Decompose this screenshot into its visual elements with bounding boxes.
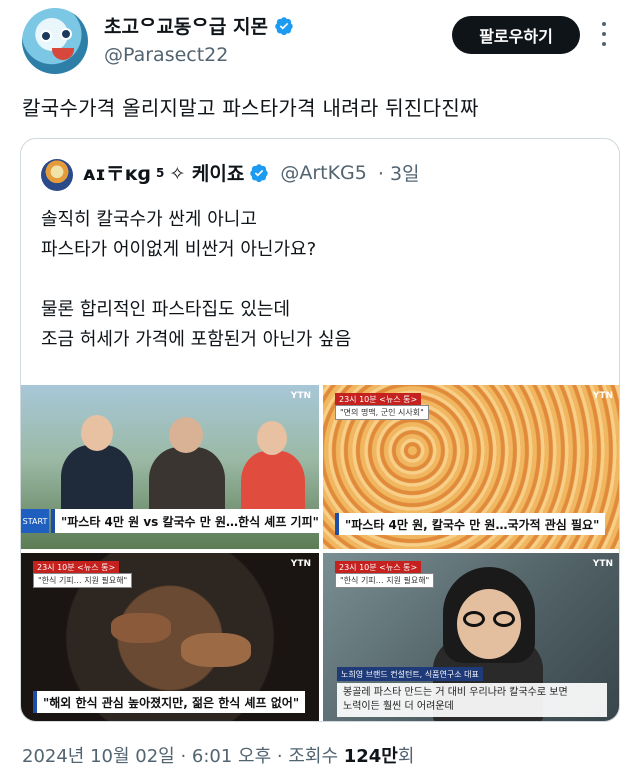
quoted-name-suffix: ✧ 케이죠 [169,163,245,185]
subtitle-line: 노력이든 훨씬 더 어려운데 [343,701,454,712]
quoted-name-superscript: 5 [156,165,165,180]
media-grid: YTN START "파스타 4만 원 vs 칼국수 만 원…한식 셰프 기피"… [21,385,619,721]
follow-button[interactable]: 팔로우하기 [452,16,580,54]
quoted-verified-badge-icon [250,163,269,182]
ytn-watermark: YTN [592,559,613,569]
quoted-line: 물론 합리적인 파스타집도 있는데 [41,299,291,320]
name-strip: 노희영 브랜드 컨설턴트, 식품연구소 대표 [337,667,483,681]
news-image-interview[interactable]: YTN 23시 10분 <뉴스 통> "한식 기피… 지원 필요해" 노희영 브… [323,553,619,721]
tweet-timestamp[interactable]: 2024년 10월 02일 · 6:01 오후 · 조회수 [22,746,344,767]
tweet-meta: 2024년 10월 02일 · 6:01 오후 · 조회수 124만회 [22,742,414,768]
ytn-watermark: YTN [290,391,311,401]
quoted-line: 조금 허세가 가격에 포함된거 아닌가 싶음 [41,329,352,350]
quoted-tweet-text: 솔직히 칼국수가 싼게 아니고 파스타가 어이없게 비싼거 아닌가요? 물론 합… [41,205,351,355]
news-caption: "파스타 4만 원, 칼국수 만 원…국가적 관심 필요" [335,513,606,535]
news-image-noodles[interactable]: YTN 23시 10분 <뉴스 통> "면의 명맥, 군인 시사회" "파스타 … [323,385,619,549]
more-options-icon[interactable] [600,22,608,46]
view-count-suffix: 회 [397,746,415,767]
news-caption: "파스타 4만 원 vs 칼국수 만 원…한식 셰프 기피" [51,509,319,533]
news-caption: "해외 한식 관심 높아졌지만, 젊은 한식 셰프 없어" [33,691,306,713]
author-name-text: 초고ᄋ교동ᄋ급 지몬 [104,16,268,38]
author-avatar[interactable] [22,8,88,74]
ytn-watermark: YTN [290,559,311,569]
quoted-tweet[interactable]: ᴀɪ〒ᴋɡ 5 ✧ 케이죠 @ArtKG5 · 3일 솔직히 칼국수가 싼게 아… [20,138,620,722]
quoted-timestamp[interactable]: · 3일 [378,159,420,186]
author-handle[interactable]: @Parasect22 [104,44,228,66]
subtitle-line: 봉골레 파스타 만드는 거 대비 우리나라 칼국수로 보면 [343,687,568,698]
ytn-watermark: YTN [592,391,613,401]
quoted-author-name[interactable]: ᴀɪ〒ᴋɡ 5 ✧ 케이죠 @ArtKG5 · 3일 [83,159,420,186]
news-image-studio[interactable]: YTN START "파스타 4만 원 vs 칼국수 만 원…한식 셰프 기피" [21,385,319,549]
quoted-author-handle[interactable]: @ArtKG5 [280,162,367,184]
interview-subtitle: 봉골레 파스타 만드는 거 대비 우리나라 칼국수로 보면 노력이든 훨씬 더 … [337,683,607,717]
start-badge: START [21,509,49,533]
news-image-grill[interactable]: YTN 23시 10분 <뉴스 통> "한식 기피… 지원 필요해" "해외 한… [21,553,319,721]
author-display-name[interactable]: 초고ᄋ교동ᄋ급 지몬 [104,12,294,39]
quoted-line [41,265,351,295]
tweet-text: 칼국수가격 올리지말고 파스타가격 내려라 뒤진다진짜 [22,96,479,120]
news-tag: "면의 명맥, 군인 시사회" [335,405,429,420]
quoted-name-text: ᴀɪ〒ᴋɡ [83,163,151,185]
verified-badge-icon [275,16,293,35]
quoted-line: 파스타가 어이없게 비싼거 아닌가요? [41,239,317,260]
news-tag: "한식 기피… 지원 필요해" [33,573,133,588]
news-tag: "한식 기피… 지원 필요해" [335,573,435,588]
quoted-line: 솔직히 칼국수가 싼게 아니고 [41,209,257,230]
view-count: 124만 [343,746,398,767]
quoted-author-avatar[interactable] [41,159,73,191]
